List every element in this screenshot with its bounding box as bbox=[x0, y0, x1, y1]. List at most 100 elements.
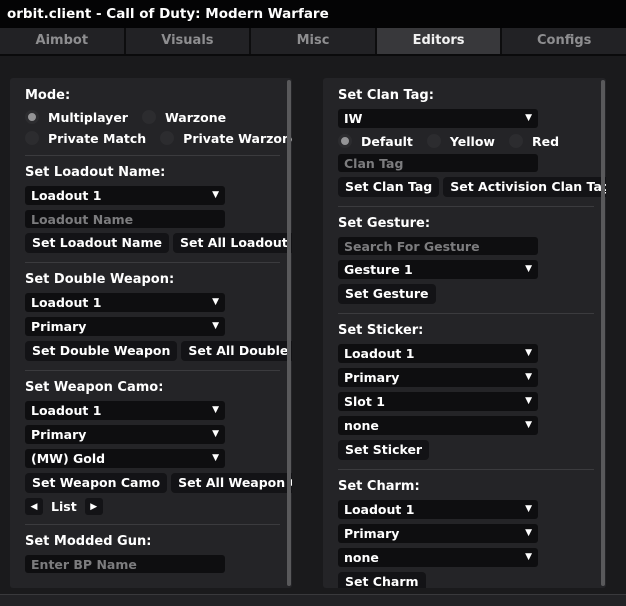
divider bbox=[338, 469, 594, 470]
tab-aimbot[interactable]: Aimbot bbox=[0, 28, 126, 54]
camo-list-pager: ◀ List ▶ bbox=[25, 498, 292, 515]
set-all-double-weapons-button[interactable]: Set All Double Weapons bbox=[181, 341, 292, 361]
radio-clan-color-yellow[interactable] bbox=[427, 134, 441, 148]
charm-buttons: Set Charm bbox=[338, 572, 606, 588]
gesture-buttons: Set Gesture bbox=[338, 284, 606, 304]
clan-tag-color-row: Default Yellow Red bbox=[338, 133, 606, 149]
divider bbox=[338, 313, 594, 314]
charm-weapon-slot-select[interactable]: Primary ▼ bbox=[338, 524, 538, 543]
radio-private-warzone[interactable] bbox=[160, 131, 174, 145]
set-loadout-name-button[interactable]: Set Loadout Name bbox=[25, 233, 169, 253]
right-panel-scrollbar[interactable] bbox=[601, 80, 605, 586]
divider bbox=[25, 155, 280, 156]
set-sticker-button[interactable]: Set Sticker bbox=[338, 440, 429, 460]
radio-warzone-label[interactable]: Warzone bbox=[165, 110, 226, 125]
window-title: orbit.client - Call of Duty: Modern Warf… bbox=[0, 0, 626, 28]
double-weapon-slot-select[interactable]: Primary ▼ bbox=[25, 317, 225, 336]
chevron-down-icon: ▼ bbox=[525, 529, 532, 538]
radio-multiplayer[interactable] bbox=[25, 110, 39, 124]
loadout-name-buttons: Set Loadout Name Set All Loadout Names bbox=[25, 233, 292, 253]
weapon-camo-slot-select[interactable]: Primary ▼ bbox=[25, 425, 225, 444]
sticker-label: Set Sticker: bbox=[338, 323, 606, 338]
clan-tag-select[interactable]: IW ▼ bbox=[338, 109, 538, 128]
tab-editors[interactable]: Editors bbox=[377, 28, 503, 54]
sticker-buttons: Set Sticker bbox=[338, 440, 606, 460]
chevron-down-icon: ▼ bbox=[212, 454, 219, 463]
chevron-down-icon: ▼ bbox=[525, 373, 532, 382]
charm-loadout-select[interactable]: Loadout 1 ▼ bbox=[338, 500, 538, 519]
sticker-loadout-select[interactable]: Loadout 1 ▼ bbox=[338, 344, 538, 363]
set-activision-clan-tag-button[interactable]: Set Activision Clan Tag bbox=[443, 177, 606, 197]
set-clan-tag-button[interactable]: Set Clan Tag bbox=[338, 177, 439, 197]
set-gesture-button[interactable]: Set Gesture bbox=[338, 284, 436, 304]
weapon-camo-loadout-select[interactable]: Loadout 1 ▼ bbox=[25, 401, 225, 420]
tab-bar: Aimbot Visuals Misc Editors Configs bbox=[0, 28, 626, 56]
double-weapon-label: Set Double Weapon: bbox=[25, 272, 292, 287]
chevron-down-icon: ▼ bbox=[525, 397, 532, 406]
charm-select[interactable]: none ▼ bbox=[338, 548, 538, 567]
tab-visuals[interactable]: Visuals bbox=[126, 28, 252, 54]
mode-label: Mode: bbox=[25, 88, 292, 103]
radio-private-match[interactable] bbox=[25, 131, 39, 145]
chevron-down-icon: ▼ bbox=[212, 430, 219, 439]
arrow-left-icon: ◀ bbox=[31, 502, 38, 512]
chevron-down-icon: ▼ bbox=[525, 421, 532, 430]
left-panel: Mode: Multiplayer Warzone Private Match … bbox=[10, 78, 292, 588]
left-panel-scrollbar[interactable] bbox=[287, 80, 291, 586]
arrow-right-icon: ▶ bbox=[90, 502, 97, 512]
divider bbox=[25, 262, 280, 263]
chevron-down-icon: ▼ bbox=[525, 505, 532, 514]
loadout-name-loadout-select[interactable]: Loadout 1 ▼ bbox=[25, 186, 225, 205]
radio-warzone[interactable] bbox=[142, 110, 156, 124]
weapon-camo-buttons: Set Weapon Camo Set All Weapon Camos bbox=[25, 473, 292, 493]
mode-radio-row-2: Private Match Private Warzone bbox=[25, 130, 292, 146]
mode-radio-row-1: Multiplayer Warzone bbox=[25, 109, 292, 125]
chevron-down-icon: ▼ bbox=[525, 349, 532, 358]
weapon-camo-label: Set Weapon Camo: bbox=[25, 380, 292, 395]
divider bbox=[25, 370, 280, 371]
gesture-search-input[interactable] bbox=[338, 237, 538, 255]
radio-private-match-label[interactable]: Private Match bbox=[48, 131, 146, 146]
tab-misc[interactable]: Misc bbox=[251, 28, 377, 54]
chevron-down-icon: ▼ bbox=[525, 265, 532, 274]
editors-page: Mode: Multiplayer Warzone Private Match … bbox=[0, 56, 626, 606]
gesture-select[interactable]: Gesture 1 ▼ bbox=[338, 260, 538, 279]
tab-configs[interactable]: Configs bbox=[502, 28, 626, 54]
chevron-down-icon: ▼ bbox=[525, 553, 532, 562]
gesture-label: Set Gesture: bbox=[338, 216, 606, 231]
radio-clan-color-default[interactable] bbox=[338, 134, 352, 148]
loadout-name-input[interactable] bbox=[25, 210, 225, 228]
divider bbox=[338, 206, 594, 207]
sticker-weapon-slot-select[interactable]: Primary ▼ bbox=[338, 368, 538, 387]
set-weapon-camo-button[interactable]: Set Weapon Camo bbox=[25, 473, 167, 493]
chevron-down-icon: ▼ bbox=[525, 114, 532, 123]
clan-tag-label: Set Clan Tag: bbox=[338, 88, 606, 103]
double-weapon-buttons: Set Double Weapon Set All Double Weapons bbox=[25, 341, 292, 361]
chevron-down-icon: ▼ bbox=[212, 322, 219, 331]
radio-clan-color-red[interactable] bbox=[509, 134, 523, 148]
clan-tag-input[interactable] bbox=[338, 154, 538, 172]
double-weapon-loadout-select[interactable]: Loadout 1 ▼ bbox=[25, 293, 225, 312]
chevron-down-icon: ▼ bbox=[212, 191, 219, 200]
list-next-button[interactable]: ▶ bbox=[85, 498, 103, 515]
divider bbox=[25, 524, 280, 525]
radio-private-warzone-label[interactable]: Private Warzone bbox=[183, 131, 292, 146]
modded-gun-label: Set Modded Gun: bbox=[25, 534, 292, 549]
radio-clan-color-default-label[interactable]: Default bbox=[361, 134, 413, 149]
chevron-down-icon: ▼ bbox=[212, 298, 219, 307]
set-charm-button[interactable]: Set Charm bbox=[338, 572, 426, 588]
modded-gun-bp-name-input[interactable] bbox=[25, 555, 225, 573]
set-double-weapon-button[interactable]: Set Double Weapon bbox=[25, 341, 177, 361]
sticker-select[interactable]: none ▼ bbox=[338, 416, 538, 435]
radio-multiplayer-label[interactable]: Multiplayer bbox=[48, 110, 128, 125]
radio-clan-color-yellow-label[interactable]: Yellow bbox=[450, 134, 495, 149]
list-label: List bbox=[51, 499, 77, 514]
weapon-camo-camo-select[interactable]: (MW) Gold ▼ bbox=[25, 449, 225, 468]
right-panel: Set Clan Tag: IW ▼ Default Yellow Red Se… bbox=[323, 78, 606, 588]
set-all-weapon-camos-button[interactable]: Set All Weapon Camos bbox=[171, 473, 292, 493]
list-prev-button[interactable]: ◀ bbox=[25, 498, 43, 515]
sticker-slot-select[interactable]: Slot 1 ▼ bbox=[338, 392, 538, 411]
set-all-loadout-names-button[interactable]: Set All Loadout Names bbox=[173, 233, 292, 253]
loadout-name-label: Set Loadout Name: bbox=[25, 165, 292, 180]
radio-clan-color-red-label[interactable]: Red bbox=[532, 134, 559, 149]
